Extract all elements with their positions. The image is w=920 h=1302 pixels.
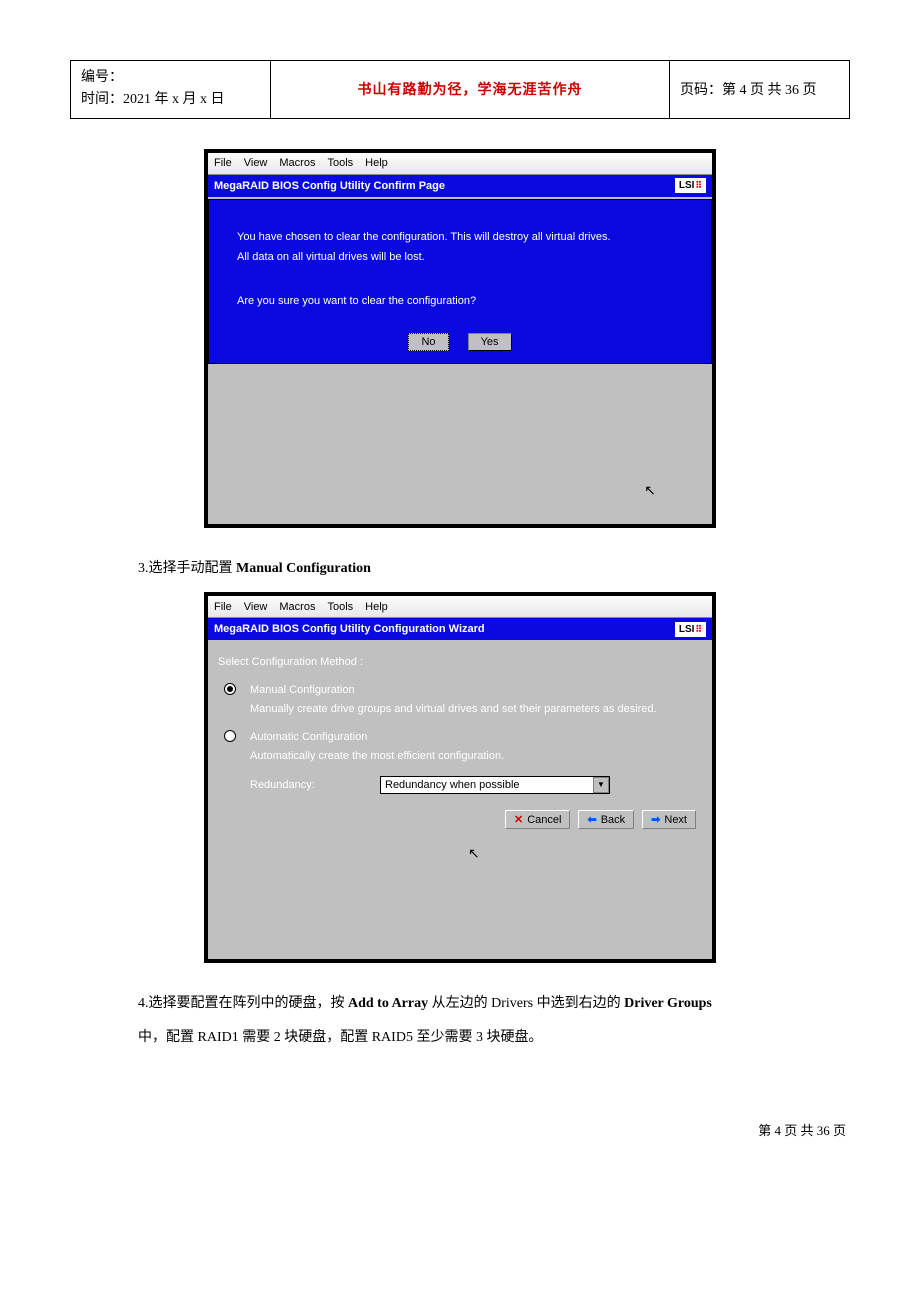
screenshot-config-wizard: File View Macros Tools Help MegaRAID BIO… xyxy=(204,592,716,963)
menu-help[interactable]: Help xyxy=(365,157,388,169)
yes-button[interactable]: Yes xyxy=(468,333,512,351)
step-4-text-line2: 中，配置 RAID1 需要 2 块硬盘，配置 RAID5 至少需要 3 块硬盘。 xyxy=(138,1027,778,1049)
header-right-cell: 页码：第 4 页 共 36 页 xyxy=(670,61,850,119)
menu-file[interactable]: File xyxy=(214,601,232,613)
logo-dots-icon: ⠿ xyxy=(695,624,702,634)
menu-file[interactable]: File xyxy=(214,157,232,169)
header-motto: 书山有路勤为径，学海无涯苦作舟 xyxy=(358,83,583,98)
back-button[interactable]: ⬅Back xyxy=(578,810,634,829)
screenshot-confirm-page: File View Macros Tools Help MegaRAID BIO… xyxy=(204,149,716,528)
titlebar: MegaRAID BIOS Config Utility Confirm Pag… xyxy=(208,175,712,197)
menu-macros[interactable]: Macros xyxy=(279,157,315,169)
cursor-icon: ↖ xyxy=(468,845,480,862)
radio-unselected-icon[interactable] xyxy=(224,730,236,742)
doc-number: 编号： xyxy=(81,67,260,89)
next-button[interactable]: ➡Next xyxy=(642,810,696,829)
grey-area: ↖ xyxy=(218,829,702,949)
auto-config-option[interactable]: Automatic Configuration Automatically cr… xyxy=(218,729,702,764)
header-center-cell: 书山有路勤为径，学海无涯苦作舟 xyxy=(271,61,670,119)
menubar: File View Macros Tools Help xyxy=(208,596,712,618)
step-3-text: 3.选择手动配置 Manual Configuration xyxy=(138,558,778,580)
menu-view[interactable]: View xyxy=(244,601,268,613)
menu-view[interactable]: View xyxy=(244,157,268,169)
manual-title: Manual Configuration xyxy=(250,682,657,699)
grey-area: ↖ xyxy=(208,364,712,524)
chevron-down-icon[interactable]: ▼ xyxy=(593,777,609,793)
cancel-button[interactable]: ✕Cancel xyxy=(505,810,570,829)
confirm-question: Are you sure you want to clear the confi… xyxy=(237,294,683,308)
header-page: 页码：第 4 页 共 36 页 xyxy=(680,83,817,98)
titlebar: MegaRAID BIOS Config Utility Configurati… xyxy=(208,618,712,640)
cursor-icon: ↖ xyxy=(644,483,656,500)
confirm-panel: You have chosen to clear the configurati… xyxy=(208,199,712,364)
step-4-text-line1: 4.选择要配置在阵列中的硬盘，按 Add to Array 从左边的 Drive… xyxy=(138,993,858,1015)
warning-line-1: You have chosen to clear the configurati… xyxy=(237,230,683,244)
config-panel: Select Configuration Method : Manual Con… xyxy=(208,642,712,959)
warning-line-2: All data on all virtual drives will be l… xyxy=(237,250,683,264)
menu-tools[interactable]: Tools xyxy=(327,157,353,169)
titlebar-text: MegaRAID BIOS Config Utility Confirm Pag… xyxy=(214,180,445,192)
redundancy-value: Redundancy when possible xyxy=(385,779,520,791)
auto-desc: Automatically create the most efficient … xyxy=(250,748,504,765)
menu-tools[interactable]: Tools xyxy=(327,601,353,613)
no-button[interactable]: No xyxy=(408,333,448,351)
logo-dots-icon: ⠿ xyxy=(695,180,702,190)
select-method-label: Select Configuration Method : xyxy=(218,656,702,668)
menubar: File View Macros Tools Help xyxy=(208,153,712,175)
redundancy-label: Redundancy: xyxy=(250,779,380,791)
menu-help[interactable]: Help xyxy=(365,601,388,613)
arrow-right-icon: ➡ xyxy=(651,813,660,826)
auto-title: Automatic Configuration xyxy=(250,729,504,746)
page-header: 编号： 时间：2021 年 x 月 x 日 书山有路勤为径，学海无涯苦作舟 页码… xyxy=(70,60,850,119)
redundancy-dropdown[interactable]: Redundancy when possible ▼ xyxy=(380,776,610,794)
titlebar-text: MegaRAID BIOS Config Utility Configurati… xyxy=(214,623,485,635)
lsi-logo: LSI⠿ xyxy=(675,178,706,193)
arrow-left-icon: ⬅ xyxy=(587,813,596,826)
lsi-logo: LSI⠿ xyxy=(675,622,706,637)
x-icon: ✕ xyxy=(514,813,523,826)
manual-desc: Manually create drive groups and virtual… xyxy=(250,701,657,718)
header-left-cell: 编号： 时间：2021 年 x 月 x 日 xyxy=(71,61,271,119)
radio-selected-icon[interactable] xyxy=(224,683,236,695)
menu-macros[interactable]: Macros xyxy=(279,601,315,613)
manual-config-option[interactable]: Manual Configuration Manually create dri… xyxy=(218,682,702,717)
page-footer: 第 4 页 共 36 页 xyxy=(70,1120,850,1139)
doc-time: 时间：2021 年 x 月 x 日 xyxy=(81,89,260,111)
